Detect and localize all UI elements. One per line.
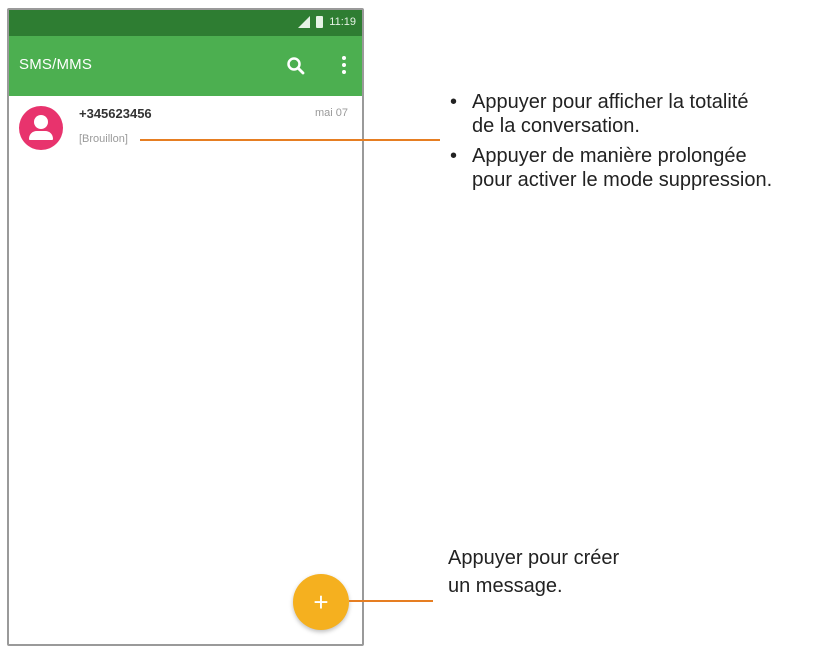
new-message-button[interactable]: + xyxy=(293,574,349,630)
conversation-date: mai 07 xyxy=(314,107,348,119)
battery-icon xyxy=(316,16,324,28)
annotation-text: un message. xyxy=(448,575,563,597)
app-title: SMS/MMS xyxy=(19,56,93,73)
annotation-text: pour activer le mode suppression. xyxy=(472,169,773,191)
person-icon xyxy=(34,115,48,129)
plus-icon: + xyxy=(313,587,329,617)
annotation-text: Appuyer pour créer xyxy=(448,547,620,569)
message-snippet: [Brouillon] xyxy=(79,133,128,145)
app-bar: SMS/MMS xyxy=(9,36,362,96)
phone-screen: 11:19 SMS/MMS +345623456 [Brouillon] mai… xyxy=(7,8,364,646)
status-time: 11:19 xyxy=(329,16,356,28)
annotation-text: Appuyer de manière prolongée xyxy=(472,145,747,167)
search-icon[interactable] xyxy=(286,56,306,76)
annotation-item: Appuyer pour afficher la totalité de la … xyxy=(450,90,840,138)
signal-icon xyxy=(298,16,311,28)
callout-line-new-message xyxy=(349,600,433,602)
annotation-text: de la conversation. xyxy=(472,115,640,137)
status-icons: 11:19 xyxy=(298,16,356,28)
more-options-icon[interactable] xyxy=(340,56,348,78)
callout-line-conversation xyxy=(140,139,440,141)
new-message-annotation: Appuyer pour créer un message. xyxy=(448,544,748,600)
status-bar: 11:19 xyxy=(9,10,362,36)
conversation-annotations: Appuyer pour afficher la totalité de la … xyxy=(450,90,840,192)
conversation-list-item[interactable]: +345623456 [Brouillon] mai 07 xyxy=(9,96,362,164)
contact-avatar xyxy=(19,106,63,150)
annotation-item: Appuyer de manière prolongée pour active… xyxy=(450,144,840,192)
person-icon-body xyxy=(29,131,53,140)
annotation-text: Appuyer pour afficher la totalité xyxy=(472,91,749,113)
contact-number: +345623456 xyxy=(79,106,152,121)
